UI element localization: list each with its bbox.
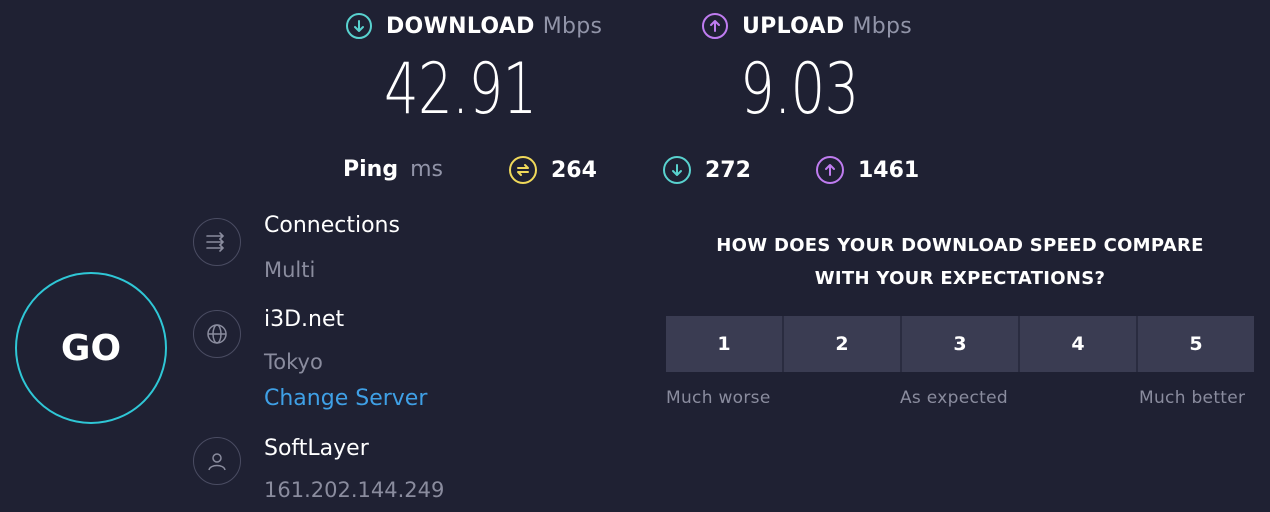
ping-label: Ping xyxy=(343,157,399,182)
connections-title: Connections xyxy=(264,213,400,238)
rating-scale: 1 2 3 4 5 xyxy=(666,316,1254,372)
ping-idle-icon xyxy=(509,156,537,184)
upload-unit: Mbps xyxy=(852,13,913,39)
arrow-up-circle-icon xyxy=(702,13,728,39)
ping-unit: ms xyxy=(410,157,443,182)
ping-download: 272 xyxy=(663,156,751,184)
change-server-link[interactable]: Change Server xyxy=(264,386,427,411)
rating-option-1[interactable]: 1 xyxy=(666,316,782,372)
survey-question-line1: HOW DOES YOUR DOWNLOAD SPEED COMPARE xyxy=(716,235,1204,256)
ping-upload: 1461 xyxy=(816,156,919,184)
download-header: DOWNLOAD Mbps xyxy=(346,13,602,39)
ping-upload-value: 1461 xyxy=(858,157,920,183)
arrow-down-circle-icon xyxy=(663,156,691,184)
server-location: Tokyo xyxy=(264,350,323,374)
download-label: DOWNLOAD xyxy=(386,13,535,39)
rating-option-4[interactable]: 4 xyxy=(1018,316,1136,372)
globe-icon xyxy=(193,310,241,358)
provider-name: SoftLayer xyxy=(264,436,369,461)
go-button[interactable]: GO xyxy=(15,272,167,424)
connections-icon xyxy=(193,218,241,266)
ping-idle: 264 xyxy=(509,156,597,184)
upload-header: UPLOAD Mbps xyxy=(702,13,912,39)
download-value: 42.91 xyxy=(384,48,537,130)
provider-ip: 161.202.144.249 xyxy=(264,478,445,502)
survey-question: HOW DOES YOUR DOWNLOAD SPEED COMPARE WIT… xyxy=(660,229,1260,295)
server-name: i3D.net xyxy=(264,307,345,332)
arrow-down-circle-icon xyxy=(346,13,372,39)
scale-low-label: Much worse xyxy=(666,388,771,408)
arrow-up-circle-icon xyxy=(816,156,844,184)
rating-option-5[interactable]: 5 xyxy=(1136,316,1254,372)
rating-option-3[interactable]: 3 xyxy=(900,316,1018,372)
scale-mid-label: As expected xyxy=(900,388,1008,408)
ping-label-group: Ping ms xyxy=(343,157,443,182)
ping-download-value: 272 xyxy=(705,157,751,183)
ping-idle-value: 264 xyxy=(551,157,597,183)
scale-high-label: Much better xyxy=(1139,388,1246,408)
rating-option-2[interactable]: 2 xyxy=(782,316,900,372)
download-unit: Mbps xyxy=(542,13,603,39)
survey-question-line2: WITH YOUR EXPECTATIONS? xyxy=(814,268,1106,289)
upload-value: 9.03 xyxy=(740,48,859,130)
upload-label: UPLOAD xyxy=(742,13,845,39)
connections-value: Multi xyxy=(264,258,316,282)
user-icon xyxy=(193,437,241,485)
